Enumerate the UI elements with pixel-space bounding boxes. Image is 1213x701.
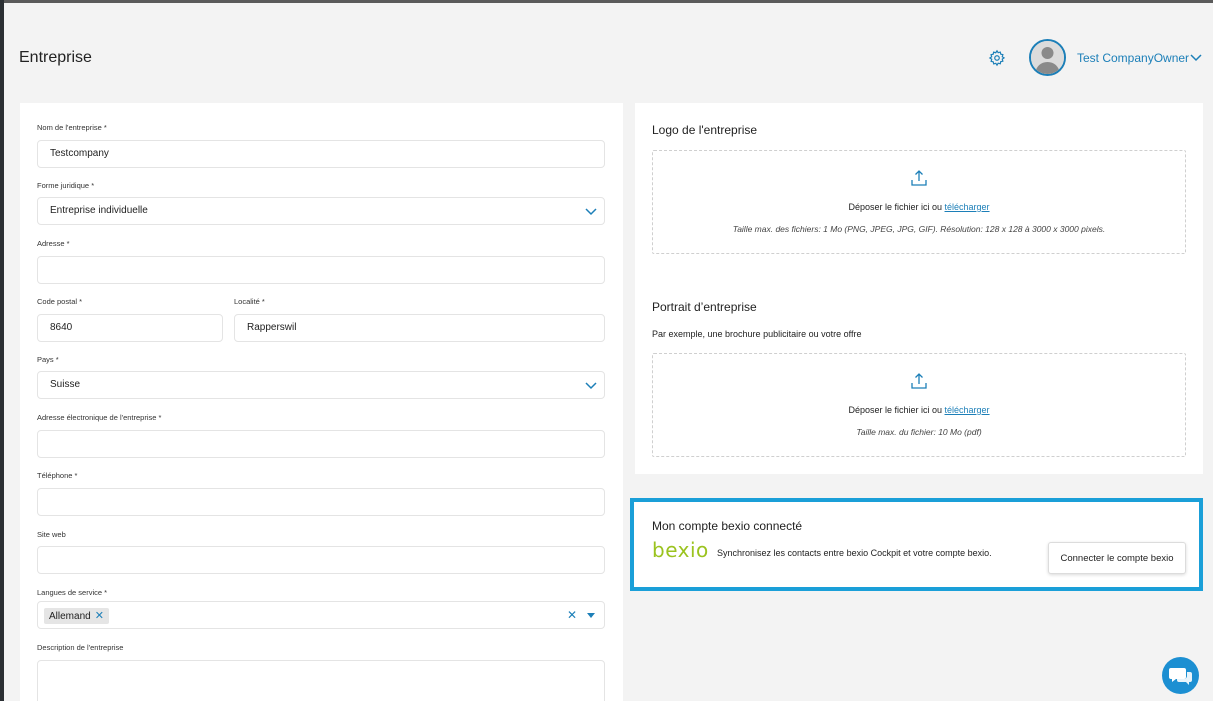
portrait-upload-link[interactable]: télécharger [945,405,990,415]
website-label: Site web [37,530,66,539]
company-name-input[interactable]: Testcompany [37,140,605,168]
legal-form-value: Entreprise individuelle [50,205,148,216]
legal-form-select[interactable]: Entreprise individuelle [37,197,605,225]
logo-section-title: Logo de l'entreprise [652,123,758,137]
top-border [0,0,1213,3]
remove-chip-icon[interactable]: ✕ [95,610,104,622]
languages-label: Langues de service * [37,588,108,597]
bexio-logo: bexio [652,538,709,562]
language-chip-label: Allemand [49,611,91,622]
chat-button[interactable] [1162,657,1199,694]
country-label: Pays * [37,355,59,364]
languages-multiselect[interactable]: Allemand ✕ ✕ [37,601,605,629]
country-select[interactable]: Suisse [37,371,605,399]
phone-label: Téléphone * [37,471,78,480]
gear-icon[interactable] [988,49,1006,67]
locality-input[interactable]: Rapperswil [234,314,605,342]
user-name[interactable]: Test CompanyOwner [1077,51,1189,65]
uploads-panel: Logo de l'entreprise Déposer le fichier … [635,103,1203,474]
address-label: Adresse * [37,239,70,248]
clear-icon[interactable]: ✕ [567,608,577,622]
user-silhouette-icon [1031,41,1064,74]
postal-code-label: Code postal * [37,297,83,306]
address-input[interactable] [37,256,605,284]
email-input[interactable] [37,430,605,458]
page-title: Entreprise [19,49,92,66]
dropdown-caret-icon[interactable] [587,613,595,618]
description-label: Description de l'entreprise [37,643,124,652]
logo-drop-label: Déposer le fichier ici ou [848,202,942,212]
bexio-connection-panel: Mon compte bexio connecté bexio Synchron… [630,498,1203,591]
language-chip: Allemand ✕ [44,608,109,624]
phone-input[interactable] [37,488,605,516]
country-value: Suisse [50,379,81,390]
portrait-drop-label: Déposer le fichier ici ou [848,405,942,415]
chevron-down-icon[interactable] [1190,53,1202,63]
logo-file-hint: Taille max. des fichiers: 1 Mo (PNG, JPE… [732,224,1106,234]
upload-icon [911,170,927,186]
upload-icon [911,373,927,389]
avatar[interactable] [1029,39,1066,76]
portrait-file-hint: Taille max. du fichier: 10 Mo (pdf) [856,427,982,437]
bexio-section-title: Mon compte bexio connecté [652,519,803,533]
logo-dropzone[interactable]: Déposer le fichier ici ou télécharger Ta… [652,150,1186,254]
website-input[interactable] [37,546,605,574]
chevron-down-icon [585,208,597,216]
bexio-description: Synchronisez les contacts entre bexio Co… [717,548,992,558]
chat-bubbles-icon [1169,668,1192,685]
portrait-drop-text: Déposer le fichier ici ou télécharger [653,405,1185,415]
logo-upload-link[interactable]: télécharger [945,202,990,212]
portrait-dropzone[interactable]: Déposer le fichier ici ou télécharger Ta… [652,353,1186,457]
company-form-panel: Nom de l'entreprise * Testcompany Forme … [20,103,623,701]
logo-drop-text: Déposer le fichier ici ou télécharger [653,202,1185,212]
email-label: Adresse électronique de l'entreprise * [37,413,162,422]
left-border [0,0,4,701]
company-name-label: Nom de l'entreprise * [37,123,107,132]
description-textarea[interactable] [37,660,605,701]
chevron-down-icon [585,382,597,390]
portrait-section-title: Portrait d’entreprise [652,300,757,314]
legal-form-label: Forme juridique * [37,181,95,190]
connect-bexio-button[interactable]: Connecter le compte bexio [1048,542,1186,574]
portrait-subtitle: Par exemple, une brochure publicitaire o… [652,329,862,339]
locality-label: Localité * [234,297,265,306]
postal-code-input[interactable]: 8640 [37,314,223,342]
